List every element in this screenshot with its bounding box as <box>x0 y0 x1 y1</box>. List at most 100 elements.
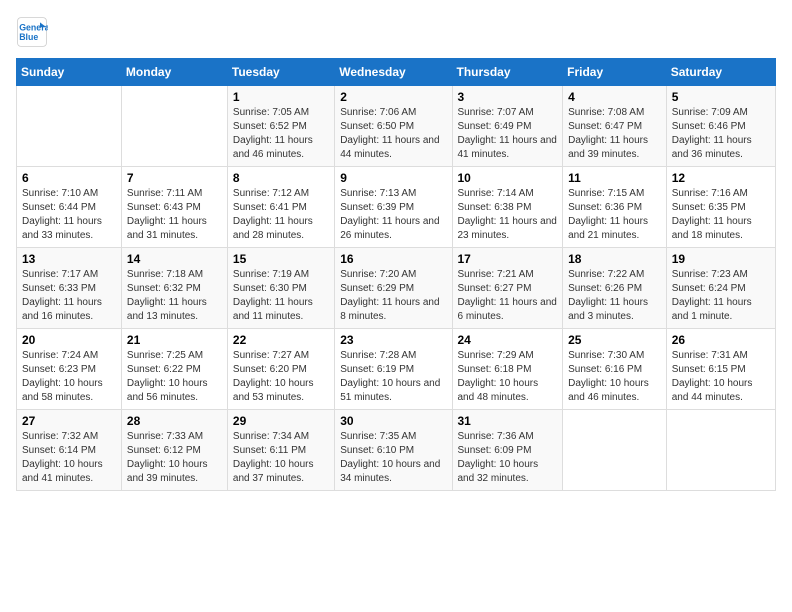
logo-icon: General Blue <box>16 16 48 48</box>
day-number: 22 <box>233 333 329 347</box>
day-number: 2 <box>340 90 446 104</box>
weekday-header: Thursday <box>452 59 563 86</box>
day-info: Sunrise: 7:18 AM Sunset: 6:32 PM Dayligh… <box>127 268 222 324</box>
weekday-header: Friday <box>563 59 667 86</box>
day-info: Sunrise: 7:08 AM Sunset: 6:47 PM Dayligh… <box>568 106 661 162</box>
day-info: Sunrise: 7:29 AM Sunset: 6:18 PM Dayligh… <box>458 349 558 405</box>
day-number: 24 <box>458 333 558 347</box>
weekday-header: Saturday <box>666 59 775 86</box>
day-number: 26 <box>672 333 770 347</box>
calendar-cell: 25Sunrise: 7:30 AM Sunset: 6:16 PM Dayli… <box>563 329 667 410</box>
weekday-header: Tuesday <box>227 59 334 86</box>
calendar-cell: 2 Sunrise: 7:06 AM Sunset: 6:50 PM Daylig… <box>335 86 452 167</box>
calendar-cell: 21 Sunrise: 7:25 AM Sunset: 6:22 PM Dayli… <box>121 329 227 410</box>
day-info: Sunrise: 7:28 AM Sunset: 6:19 PM Dayligh… <box>340 349 446 405</box>
calendar-cell: 24 Sunrise: 7:29 AM Sunset: 6:18 PM Dayli… <box>452 329 563 410</box>
day-number: 11 <box>568 171 661 185</box>
calendar-week-row: 13Sunrise: 7:17 AM Sunset: 6:33 PM Dayli… <box>17 248 776 329</box>
day-number: 9 <box>340 171 446 185</box>
day-info: Sunrise: 7:07 AM Sunset: 6:49 PM Dayligh… <box>458 106 558 162</box>
day-info: Sunrise: 7:09 AM Sunset: 6:46 PM Dayligh… <box>672 106 770 162</box>
calendar-cell: 6Sunrise: 7:10 AM Sunset: 6:44 PM Daylig… <box>17 167 122 248</box>
calendar-cell: 23 Sunrise: 7:28 AM Sunset: 6:19 PM Dayli… <box>335 329 452 410</box>
calendar-cell: 31Sunrise: 7:36 AM Sunset: 6:09 PM Dayli… <box>452 410 563 491</box>
day-info: Sunrise: 7:17 AM Sunset: 6:33 PM Dayligh… <box>22 268 116 324</box>
weekday-header: Wednesday <box>335 59 452 86</box>
calendar-cell: 29 Sunrise: 7:34 AM Sunset: 6:11 PM Dayli… <box>227 410 334 491</box>
day-number: 8 <box>233 171 329 185</box>
calendar-cell: 4 Sunrise: 7:08 AM Sunset: 6:47 PM Daylig… <box>563 86 667 167</box>
day-info: Sunrise: 7:05 AM Sunset: 6:52 PM Dayligh… <box>233 106 329 162</box>
day-number: 4 <box>568 90 661 104</box>
calendar-cell: 1 Sunrise: 7:05 AM Sunset: 6:52 PM Daylig… <box>227 86 334 167</box>
calendar-week-row: 1 Sunrise: 7:05 AM Sunset: 6:52 PM Daylig… <box>17 86 776 167</box>
day-number: 12 <box>672 171 770 185</box>
svg-text:General: General <box>19 22 48 32</box>
calendar-cell: 27 Sunrise: 7:32 AM Sunset: 6:14 PM Dayli… <box>17 410 122 491</box>
page-header: General Blue <box>16 16 776 48</box>
calendar-cell: 15Sunrise: 7:19 AM Sunset: 6:30 PM Dayli… <box>227 248 334 329</box>
day-info: Sunrise: 7:25 AM Sunset: 6:22 PM Dayligh… <box>127 349 222 405</box>
logo: General Blue <box>16 16 52 48</box>
day-number: 21 <box>127 333 222 347</box>
day-number: 27 <box>22 414 116 428</box>
calendar-cell: 5 Sunrise: 7:09 AM Sunset: 6:46 PM Daylig… <box>666 86 775 167</box>
day-info: Sunrise: 7:35 AM Sunset: 6:10 PM Dayligh… <box>340 430 446 486</box>
calendar-cell: 17Sunrise: 7:21 AM Sunset: 6:27 PM Dayli… <box>452 248 563 329</box>
day-info: Sunrise: 7:12 AM Sunset: 6:41 PM Dayligh… <box>233 187 329 243</box>
day-info: Sunrise: 7:06 AM Sunset: 6:50 PM Dayligh… <box>340 106 446 162</box>
svg-text:Blue: Blue <box>19 32 38 42</box>
day-number: 25 <box>568 333 661 347</box>
day-number: 19 <box>672 252 770 266</box>
weekday-header: Monday <box>121 59 227 86</box>
day-number: 29 <box>233 414 329 428</box>
day-number: 5 <box>672 90 770 104</box>
calendar-cell: 16Sunrise: 7:20 AM Sunset: 6:29 PM Dayli… <box>335 248 452 329</box>
day-number: 23 <box>340 333 446 347</box>
day-info: Sunrise: 7:19 AM Sunset: 6:30 PM Dayligh… <box>233 268 329 324</box>
calendar-cell <box>121 86 227 167</box>
calendar-cell <box>666 410 775 491</box>
day-info: Sunrise: 7:20 AM Sunset: 6:29 PM Dayligh… <box>340 268 446 324</box>
day-info: Sunrise: 7:13 AM Sunset: 6:39 PM Dayligh… <box>340 187 446 243</box>
calendar-cell: 26Sunrise: 7:31 AM Sunset: 6:15 PM Dayli… <box>666 329 775 410</box>
day-info: Sunrise: 7:21 AM Sunset: 6:27 PM Dayligh… <box>458 268 558 324</box>
day-info: Sunrise: 7:10 AM Sunset: 6:44 PM Dayligh… <box>22 187 116 243</box>
day-info: Sunrise: 7:24 AM Sunset: 6:23 PM Dayligh… <box>22 349 116 405</box>
calendar-cell <box>563 410 667 491</box>
day-number: 1 <box>233 90 329 104</box>
calendar-table: SundayMondayTuesdayWednesdayThursdayFrid… <box>16 58 776 491</box>
calendar-cell: 28 Sunrise: 7:33 AM Sunset: 6:12 PM Dayli… <box>121 410 227 491</box>
calendar-cell: 14 Sunrise: 7:18 AM Sunset: 6:32 PM Dayli… <box>121 248 227 329</box>
calendar-cell: 19 Sunrise: 7:23 AM Sunset: 6:24 PM Dayli… <box>666 248 775 329</box>
day-number: 10 <box>458 171 558 185</box>
calendar-week-row: 27 Sunrise: 7:32 AM Sunset: 6:14 PM Dayli… <box>17 410 776 491</box>
day-number: 14 <box>127 252 222 266</box>
calendar-week-row: 6Sunrise: 7:10 AM Sunset: 6:44 PM Daylig… <box>17 167 776 248</box>
day-info: Sunrise: 7:32 AM Sunset: 6:14 PM Dayligh… <box>22 430 116 486</box>
calendar-cell: 13Sunrise: 7:17 AM Sunset: 6:33 PM Dayli… <box>17 248 122 329</box>
day-info: Sunrise: 7:22 AM Sunset: 6:26 PM Dayligh… <box>568 268 661 324</box>
calendar-cell: 30 Sunrise: 7:35 AM Sunset: 6:10 PM Dayli… <box>335 410 452 491</box>
day-info: Sunrise: 7:34 AM Sunset: 6:11 PM Dayligh… <box>233 430 329 486</box>
day-number: 31 <box>458 414 558 428</box>
day-info: Sunrise: 7:23 AM Sunset: 6:24 PM Dayligh… <box>672 268 770 324</box>
calendar-cell: 18 Sunrise: 7:22 AM Sunset: 6:26 PM Dayli… <box>563 248 667 329</box>
calendar-cell: 11 Sunrise: 7:15 AM Sunset: 6:36 PM Dayli… <box>563 167 667 248</box>
calendar-cell: 20 Sunrise: 7:24 AM Sunset: 6:23 PM Dayli… <box>17 329 122 410</box>
day-info: Sunrise: 7:11 AM Sunset: 6:43 PM Dayligh… <box>127 187 222 243</box>
calendar-cell: 9 Sunrise: 7:13 AM Sunset: 6:39 PM Daylig… <box>335 167 452 248</box>
day-number: 30 <box>340 414 446 428</box>
weekday-header: Sunday <box>17 59 122 86</box>
calendar-cell: 3 Sunrise: 7:07 AM Sunset: 6:49 PM Daylig… <box>452 86 563 167</box>
calendar-header-row: SundayMondayTuesdayWednesdayThursdayFrid… <box>17 59 776 86</box>
day-number: 20 <box>22 333 116 347</box>
calendar-cell: 10Sunrise: 7:14 AM Sunset: 6:38 PM Dayli… <box>452 167 563 248</box>
calendar-week-row: 20 Sunrise: 7:24 AM Sunset: 6:23 PM Dayli… <box>17 329 776 410</box>
day-info: Sunrise: 7:16 AM Sunset: 6:35 PM Dayligh… <box>672 187 770 243</box>
day-info: Sunrise: 7:15 AM Sunset: 6:36 PM Dayligh… <box>568 187 661 243</box>
day-number: 18 <box>568 252 661 266</box>
day-number: 3 <box>458 90 558 104</box>
day-info: Sunrise: 7:33 AM Sunset: 6:12 PM Dayligh… <box>127 430 222 486</box>
day-number: 28 <box>127 414 222 428</box>
